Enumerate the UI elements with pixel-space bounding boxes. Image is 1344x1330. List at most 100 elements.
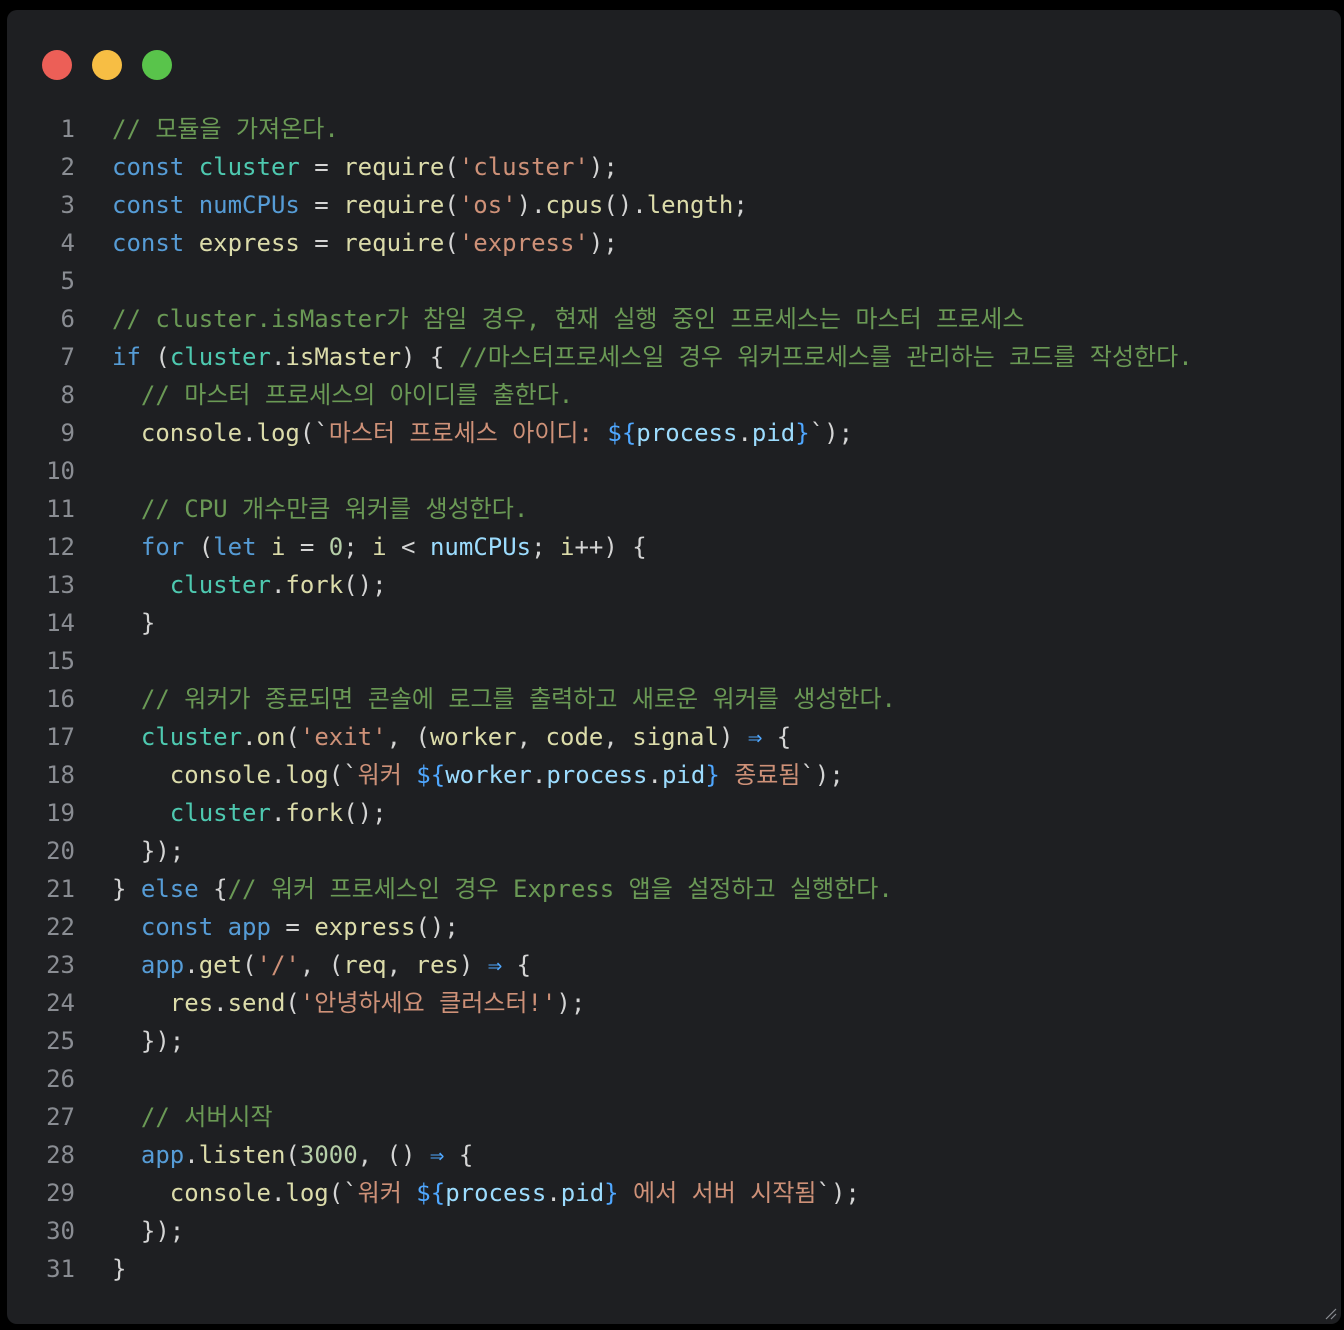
line-number: 4 — [60, 229, 75, 257]
code-line: 12 for (let i = 0; i < numCPUs; i++) { — [7, 528, 1341, 566]
code-token-punct: . — [184, 1141, 199, 1169]
line-number: 9 — [60, 419, 75, 447]
code-line: 8 // 마스터 프로세스의 아이디를 출한다. — [7, 376, 1341, 414]
line-number: 24 — [46, 989, 75, 1017]
code-token-punct: , — [603, 723, 633, 751]
code-token-punct: ( — [242, 951, 257, 979]
code-line: 5 — [7, 262, 1341, 300]
code-editor: 1// 모듈을 가져온다. 2 const cluster = require('c… — [7, 110, 1341, 1288]
code-token-punct: ( — [140, 343, 170, 371]
code-token-function: length — [646, 191, 734, 219]
code-token-punct: . — [270, 343, 286, 371]
code-token-string: '/' — [256, 951, 300, 979]
code-token-function: i — [560, 533, 575, 561]
code-token-function: code — [545, 723, 604, 751]
code-token-punct: . — [270, 761, 286, 789]
code-line: 11 // CPU 개수만큼 워커를 생성한다. — [7, 490, 1341, 528]
code-line: 18 console.log(`워커 ${worker.process.pid}… — [7, 756, 1341, 794]
code-token-punct: = — [285, 533, 329, 561]
code-token-punct — [112, 799, 170, 827]
code-token-punct: }); — [112, 1217, 185, 1245]
line-number: 3 — [60, 191, 75, 219]
line-number: 16 — [46, 685, 75, 713]
code-token-punct — [112, 495, 141, 523]
minimize-button[interactable] — [92, 50, 122, 80]
code-token-function: console — [169, 1179, 271, 1207]
code-line: 26 — [7, 1060, 1341, 1098]
line-number: 14 — [46, 609, 75, 637]
code-token-string: '안녕하세요 클러스터!' — [299, 989, 557, 1017]
line-number: 5 — [60, 267, 75, 295]
code-token-punct: `); — [816, 1179, 860, 1207]
code-token-function: i — [270, 533, 286, 561]
code-token-number: 3000 — [299, 1141, 358, 1169]
code-token-punct: (` — [299, 419, 329, 447]
code-token-keyword: app — [140, 951, 185, 979]
code-token-function: require — [343, 153, 445, 181]
line-number: 21 — [46, 875, 75, 903]
code-token-function: res — [415, 951, 459, 979]
code-token-punct: }); — [112, 1027, 185, 1055]
code-token-variable: pid — [751, 419, 796, 447]
code-token-keyword: for — [140, 533, 185, 561]
code-line: 22 const app = express(); — [7, 908, 1341, 946]
code-token-punct: . — [242, 723, 257, 751]
code-token-punct — [112, 533, 141, 561]
title-bar — [7, 10, 1341, 100]
resize-grip-icon[interactable] — [1323, 1306, 1337, 1320]
line-content: const cluster = require('cluster'); — [112, 148, 618, 186]
line-number: 25 — [46, 1027, 75, 1055]
code-line: 28 app.listen(3000, () ⇒ { — [7, 1136, 1341, 1174]
code-token-punct: ); — [588, 153, 618, 181]
code-token-punct — [112, 989, 170, 1017]
code-line: 17 cluster.on('exit', (worker, code, sig… — [7, 718, 1341, 756]
line-number: 15 — [46, 647, 75, 675]
code-token-function: require — [343, 191, 445, 219]
code-token-identifier: cluster — [169, 571, 271, 599]
line-number: 26 — [46, 1065, 75, 1093]
code-token-punct: ) — [458, 951, 488, 979]
code-token-punct: ++) { — [574, 533, 647, 561]
code-token-punct: . — [242, 419, 257, 447]
code-token-punct: ( — [444, 153, 459, 181]
code-token-punct: ). — [516, 191, 546, 219]
code-token-punct: ( — [444, 191, 459, 219]
code-line: 27 // 서버시작 — [7, 1098, 1341, 1136]
code-token-function: i — [372, 533, 387, 561]
code-token-punct — [112, 685, 141, 713]
code-token-punct: (). — [603, 191, 647, 219]
code-token-punct — [184, 229, 198, 257]
zoom-button[interactable] — [142, 50, 172, 80]
line-content: app.get('/', (req, res) ⇒ { — [112, 946, 531, 984]
code-token-operator: ${ — [607, 419, 637, 447]
code-token-punct — [112, 1103, 141, 1131]
code-token-function: worker — [429, 723, 517, 751]
code-token-function: console — [169, 761, 271, 789]
line-content: const numCPUs = require('os').cpus().len… — [112, 186, 748, 224]
code-token-punct: ( — [184, 533, 214, 561]
code-token-punct — [112, 951, 141, 979]
line-content: }); — [112, 1212, 184, 1250]
code-token-punct — [257, 533, 271, 561]
code-token-punct: ; — [733, 191, 748, 219]
line-content: // 워커가 종료되면 콘솔에 로그를 출력하고 새로운 워커를 생성한다. — [112, 680, 896, 718]
line-content: console.log(`마스터 프로세스 아이디: ${process.pid… — [112, 414, 853, 452]
code-token-string: 워커 — [357, 1179, 417, 1207]
code-token-identifier: cluster — [140, 723, 243, 751]
line-content: cluster.fork(); — [112, 794, 387, 832]
line-number: 23 — [46, 951, 75, 979]
code-token-keyword: else — [140, 875, 199, 903]
code-token-operator: } — [604, 1179, 619, 1207]
code-token-punct: ; — [343, 533, 373, 561]
code-token-comment: // 마스터 프로세스의 아이디를 출한다. — [140, 381, 574, 409]
line-number: 7 — [60, 343, 75, 371]
code-token-punct: } — [112, 1255, 127, 1283]
line-content: console.log(`워커 ${worker.process.pid} 종료… — [112, 756, 844, 794]
code-token-variable: pid — [661, 761, 706, 789]
code-window: 1// 모듈을 가져온다. 2 const cluster = require('c… — [7, 10, 1341, 1324]
close-button[interactable] — [42, 50, 72, 80]
line-number: 1 — [60, 115, 75, 143]
code-token-punct: , — [516, 723, 546, 751]
code-token-comment: //마스터프로세스일 경우 워커프로세스를 관리하는 코드를 작성한다. — [458, 343, 1193, 371]
code-token-operator: } — [705, 761, 720, 789]
